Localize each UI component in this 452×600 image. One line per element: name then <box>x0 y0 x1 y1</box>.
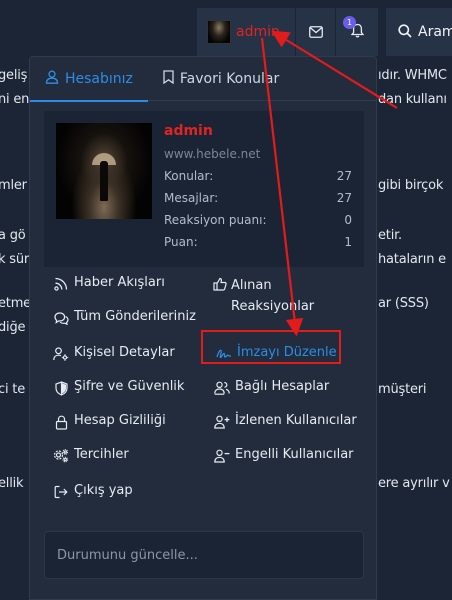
stat-label: Puan: <box>164 235 198 249</box>
account-tabs: Hesabınız Favori Konular <box>30 57 376 102</box>
search-icon <box>398 23 412 42</box>
alerts-button[interactable]: 1 <box>335 8 378 56</box>
bg-text-left: k sür <box>0 252 30 267</box>
menu-news-feed[interactable]: Haber Akışları <box>52 275 165 293</box>
avatar <box>207 20 231 44</box>
menu-label: Tüm Gönderileriniz <box>74 309 196 324</box>
lock-icon <box>52 413 70 431</box>
bg-text-right: hataların e <box>378 252 446 267</box>
stat-points: Puan: 1 <box>164 235 352 249</box>
search-button[interactable]: Aram <box>386 8 452 56</box>
users-icon <box>213 379 231 397</box>
bg-text-left: mler <box>0 178 27 193</box>
bg-text-left: a gö <box>0 228 26 243</box>
menu-preferences[interactable]: Tercihler <box>52 447 129 465</box>
tab-label: Favori Konular <box>179 71 280 87</box>
menu-label: Engelli Kullanıcılar <box>235 447 354 462</box>
menu-all-posts[interactable]: Tüm Gönderileriniz <box>52 309 196 327</box>
stat-value: 27 <box>336 169 352 183</box>
profile-name[interactable]: admin <box>164 123 213 139</box>
conversations-button[interactable] <box>295 8 335 56</box>
bg-text-right: gibi birçok <box>378 178 444 193</box>
menu-personal-details[interactable]: Kişisel Detaylar <box>52 345 175 363</box>
bg-text-right: müşteri <box>378 382 427 397</box>
menu-label: Hesap Gizliliği <box>74 413 166 428</box>
notification-badge: 1 <box>343 16 356 29</box>
cogs-icon <box>52 447 70 465</box>
bg-text-right: ıdır. WHMC <box>378 68 447 83</box>
bg-text-right: ar (SSS) <box>378 296 429 311</box>
user-minus-icon <box>213 447 231 465</box>
profile-avatar[interactable] <box>56 123 152 219</box>
profile-card: admin www.hebele.net Konular: 27 Mesajla… <box>44 111 364 267</box>
stat-label: Reaksiyon puanı: <box>164 213 267 227</box>
user-icon <box>45 70 65 88</box>
menu-label: Bağlı Hesaplar <box>235 379 330 394</box>
stat-value: 0 <box>344 213 352 227</box>
menu-account-privacy[interactable]: Hesap Gizliliği <box>52 413 166 431</box>
stat-messages: Mesajlar: 27 <box>164 191 352 205</box>
rss-icon <box>52 275 70 293</box>
annotation-highlight-box <box>201 330 341 364</box>
search-label: Aram <box>418 24 452 40</box>
menu-label: Kişisel Detaylar <box>74 345 175 360</box>
stat-topics: Konular: 27 <box>164 169 352 183</box>
account-menu-button[interactable]: admin <box>197 8 295 56</box>
menu-password-security[interactable]: Şifre ve Güvenlik <box>52 379 184 397</box>
menu-logout[interactable]: Çıkış yap <box>52 483 133 501</box>
profile-site: www.hebele.net <box>164 147 261 161</box>
menu-label: İzlenen Kullanıcılar <box>235 413 357 428</box>
bookmark-icon <box>163 70 180 88</box>
user-cog-icon <box>52 345 70 363</box>
bg-text-left: ci te <box>0 382 25 397</box>
stat-value: 27 <box>336 191 352 205</box>
menu-label: Çıkış yap <box>74 483 133 498</box>
status-update-input[interactable]: Durumunu güncelle... <box>44 531 364 579</box>
bg-text-right: ere ayrılır v <box>378 476 450 491</box>
thumbs-up-icon <box>213 275 227 293</box>
stat-reaction-score: Reaksiyon puanı: 0 <box>164 213 352 227</box>
menu-ignored-users[interactable]: Engelli Kullanıcılar <box>213 447 354 465</box>
top-navigation: admin 1 Aram <box>0 0 452 64</box>
menu-followed-users[interactable]: İzlenen Kullanıcılar <box>213 413 357 431</box>
sign-out-icon <box>52 483 70 501</box>
bg-text-left: etme <box>0 296 31 311</box>
bg-text-left: geliş <box>0 68 28 83</box>
tab-label: Hesabınız <box>65 71 133 87</box>
menu-connected-accounts[interactable]: Bağlı Hesaplar <box>213 379 329 397</box>
bg-text-right: etir. <box>378 228 402 243</box>
comments-icon <box>52 309 70 327</box>
tab-hesabiniz[interactable]: Hesabınız <box>30 57 148 102</box>
stat-label: Mesajlar: <box>164 191 219 205</box>
tab-favori-konular[interactable]: Favori Konular <box>148 57 294 101</box>
envelope-icon <box>308 23 323 42</box>
stat-value: 1 <box>344 235 352 249</box>
shield-icon <box>52 379 70 397</box>
menu-label: Haber Akışları <box>74 275 165 290</box>
menu-label: Tercihler <box>74 447 129 462</box>
nav-username: admin <box>236 24 280 40</box>
bg-text-right: dan kullanı <box>378 92 447 107</box>
bg-text-left: ni en <box>0 92 30 107</box>
stat-label: Konular: <box>164 169 214 183</box>
account-dropdown: Hesabınız Favori Konular admin www.hebel… <box>29 56 377 600</box>
menu-label: Alınan Reaksiyonlar <box>231 278 315 314</box>
user-plus-icon <box>213 413 231 431</box>
bg-text-left: ellik <box>0 476 24 491</box>
bg-text-left: diğe <box>0 320 26 335</box>
menu-reactions-received[interactable]: Alınan Reaksiyonlar <box>213 275 323 317</box>
menu-label: Şifre ve Güvenlik <box>74 379 185 394</box>
